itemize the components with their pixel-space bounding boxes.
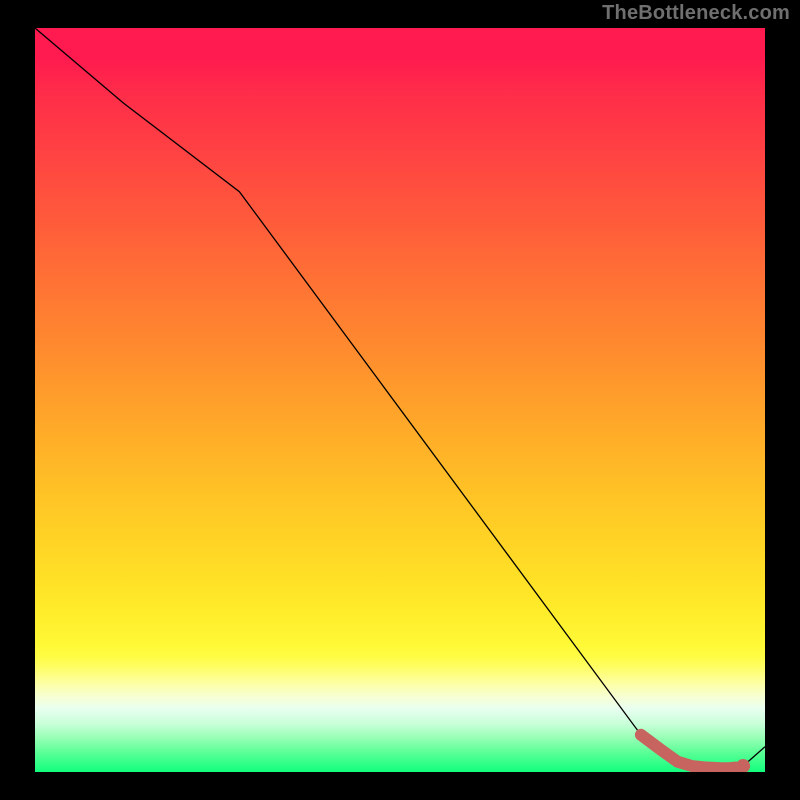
watermark-text: TheBottleneck.com bbox=[602, 2, 790, 25]
chart-frame: TheBottleneck.com bbox=[0, 0, 800, 800]
main-curve-line bbox=[35, 28, 765, 768]
chart-overlay bbox=[35, 28, 765, 772]
thick-highlight-segment bbox=[641, 735, 736, 768]
plot-area bbox=[35, 28, 765, 772]
